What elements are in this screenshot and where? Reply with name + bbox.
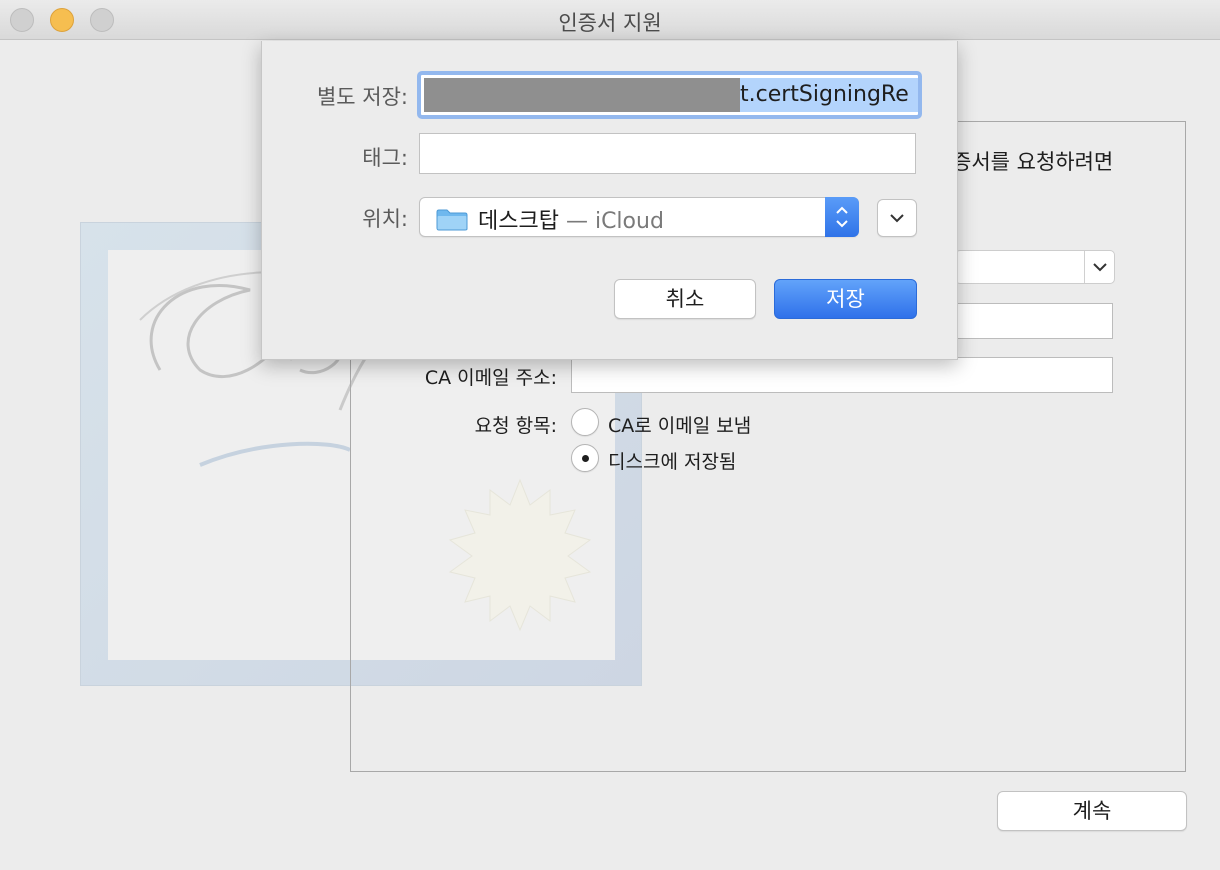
redacted-filename [424, 78, 740, 112]
common-name-field[interactable] [955, 303, 1113, 339]
where-label: 위치: [362, 207, 408, 231]
intro-text: 증서를 요청하려면 [952, 150, 1114, 174]
background-popup[interactable] [955, 250, 1115, 284]
radio-save-to-disk[interactable] [571, 444, 599, 472]
updown-chevron-icon [825, 197, 859, 237]
request-label: 요청 항목: [474, 415, 557, 437]
location-popup[interactable]: 데스크탑 — iCloud [419, 197, 859, 237]
chevron-down-icon [890, 213, 904, 222]
location-text: 데스크탑 — iCloud [478, 209, 664, 234]
radio-email-ca-label: CA로 이메일 보냄 [608, 415, 752, 437]
cancel-button[interactable]: 취소 [614, 279, 756, 319]
save-as-label: 별도 저장: [316, 85, 408, 109]
tags-label: 태그: [362, 146, 408, 170]
chevron-down-icon [1084, 251, 1114, 283]
filename-selected-text: t.certSigningRe [740, 78, 918, 112]
radio-email-ca[interactable] [571, 408, 599, 436]
filename-field[interactable]: t.certSigningRe [417, 71, 922, 119]
radio-save-to-disk-label: 디스크에 저장됨 [608, 451, 737, 473]
ca-email-label: CA 이메일 주소: [424, 367, 557, 389]
continue-button[interactable]: 계속 [997, 791, 1187, 831]
save-sheet: 별도 저장: t.certSigningRe 태그: 위치: 데스크탑 — iC… [261, 41, 958, 360]
save-button[interactable]: 저장 [774, 279, 917, 319]
ca-email-field[interactable] [571, 357, 1113, 393]
expand-sheet-button[interactable] [877, 199, 917, 237]
tags-field[interactable] [419, 133, 916, 174]
folder-icon [436, 209, 468, 231]
